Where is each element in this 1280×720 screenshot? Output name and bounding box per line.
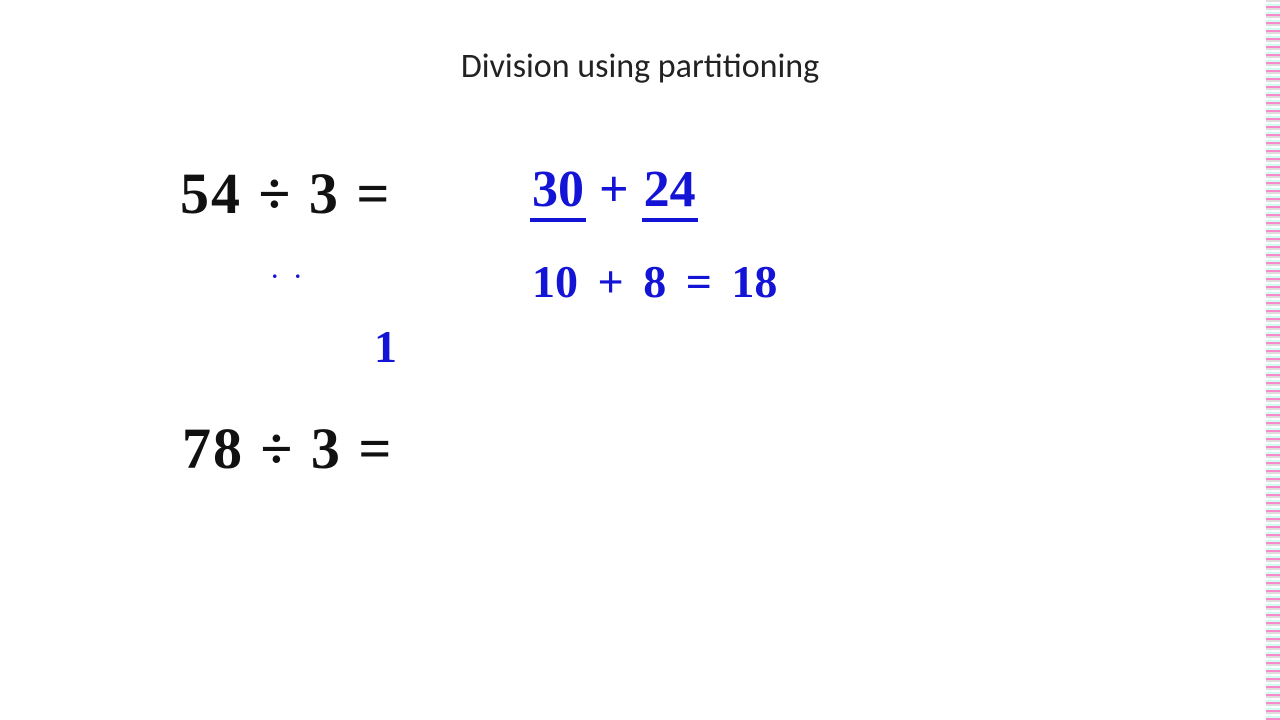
page-title: Division using partitioning <box>0 46 1280 87</box>
problem-1-partition: 30 + 24 <box>530 160 698 219</box>
problem-2-expression: 78 ÷ 3 = <box>182 415 393 482</box>
whiteboard-canvas: Division using partitioning 54 ÷ 3 = 30 … <box>0 0 1280 720</box>
stray-dots: . . <box>272 258 307 284</box>
partition-plus: + <box>599 161 629 218</box>
scan-noise-strip <box>1266 0 1280 720</box>
stray-stroke: 1 <box>374 320 397 373</box>
partition-part-a: 30 <box>530 161 586 222</box>
problem-1-expression: 54 ÷ 3 = <box>180 160 391 227</box>
problem-1-quotient-line: 10 + 8 = 18 <box>532 255 777 308</box>
partition-part-b: 24 <box>642 161 698 222</box>
